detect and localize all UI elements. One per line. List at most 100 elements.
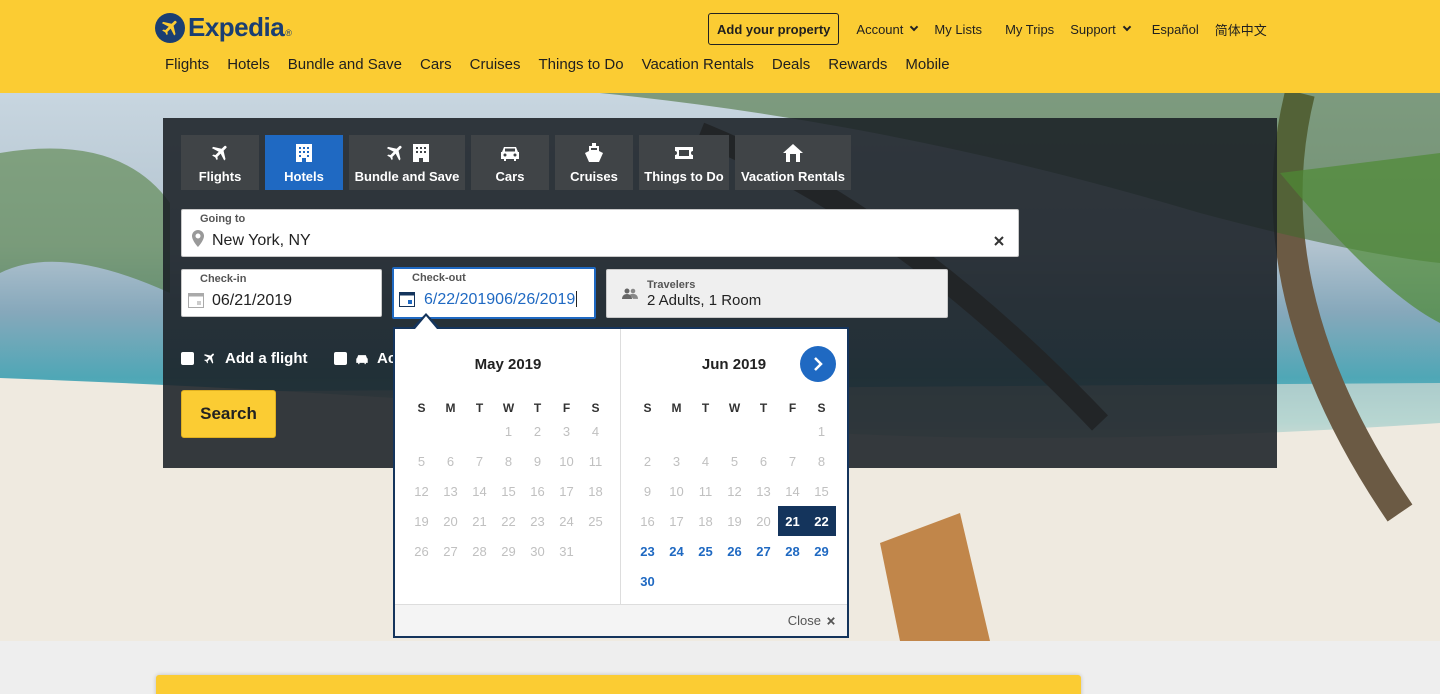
tab-cruises[interactable]: Cruises (555, 135, 633, 190)
add-flight-checkbox[interactable] (181, 352, 194, 365)
chevron-right-icon (814, 357, 823, 371)
check-out-field[interactable]: Check-out 6/22/201906/26/2019 (392, 267, 596, 319)
calendar-day[interactable]: 24 (662, 536, 691, 566)
house-icon (782, 142, 804, 164)
calendar-day[interactable]: 30 (633, 566, 662, 596)
calendar-day[interactable]: 22 (807, 506, 836, 536)
calendar-day: 21 (472, 513, 487, 529)
calendar-day: 11 (588, 453, 603, 469)
clear-icon[interactable] (994, 233, 1004, 251)
building-icon (295, 142, 313, 164)
travelers-label: Travelers (647, 279, 696, 291)
add-property-button[interactable]: Add your property (708, 13, 840, 45)
weekday-header: S M T W T F S (643, 401, 826, 415)
calendar-day: 19 (414, 513, 429, 529)
calendar-empty-cell (662, 416, 691, 446)
check-in-input[interactable]: 06/21/2019 (212, 292, 292, 310)
nav-bundle-and-save[interactable]: Bundle and Save (288, 56, 402, 73)
nav-flights[interactable]: Flights (165, 56, 209, 73)
calendar-empty-cell (633, 416, 662, 446)
calendar-day[interactable]: 29 (807, 536, 836, 566)
calendar-day: 12 (727, 483, 742, 499)
airplane-globe-icon (155, 12, 185, 43)
calendar-icon (399, 291, 415, 312)
calendar-day: 16 (530, 483, 545, 499)
nav-deals[interactable]: Deals (772, 56, 810, 73)
calendar-day[interactable]: 25 (691, 536, 720, 566)
calendar-day: 10 (669, 483, 684, 499)
day-grid: 1 2 3 4 5 6 7 8 9 10 11 12 13 14 15 16 17 18 19 20 21 22 23 24 2… (407, 416, 610, 566)
check-out-input[interactable]: 6/22/201906/26/2019 (424, 291, 575, 308)
nav-things-to-do[interactable]: Things to Do (539, 56, 624, 73)
nav-rewards[interactable]: Rewards (828, 56, 887, 73)
nav-hotels[interactable]: Hotels (227, 56, 270, 73)
promo-banner (156, 675, 1081, 694)
calendar-day: 15 (501, 483, 516, 499)
search-button[interactable]: Search (181, 390, 276, 438)
calendar-day: 3 (672, 453, 681, 469)
calendar-day: 1 (817, 423, 826, 439)
travelers-value: 2 Adults, 1 Room (647, 292, 762, 309)
calendar-day: 12 (414, 483, 429, 499)
calendar-empty-cell (691, 416, 720, 446)
chevron-down-icon (1122, 22, 1131, 32)
calendar-day: 5 (730, 453, 739, 469)
calendar-day: 26 (414, 543, 429, 559)
tab-flights[interactable]: Flights (181, 135, 259, 190)
calendar-day: 10 (559, 453, 574, 469)
calendar-day: 15 (814, 483, 829, 499)
calendar-day: 24 (559, 513, 574, 529)
ticket-icon (673, 142, 695, 164)
calendar-day: 17 (559, 483, 574, 499)
my-lists-link[interactable]: My Lists (934, 22, 982, 37)
calendar-empty-cell (436, 416, 465, 446)
calendar-day[interactable]: 21 (778, 506, 807, 536)
tab-vacation-rentals[interactable]: Vacation Rentals (735, 135, 851, 190)
calendar-day: 9 (643, 483, 652, 499)
calendar-day: 30 (530, 543, 545, 559)
ship-icon (584, 142, 604, 164)
going-to-input[interactable]: New York, NY (212, 232, 311, 250)
my-trips-link[interactable]: My Trips (1005, 22, 1054, 37)
tab-bundle-and-save[interactable]: Bundle and Save (349, 135, 465, 190)
calendar-day: 16 (640, 513, 655, 529)
calendar-day[interactable]: 27 (749, 536, 778, 566)
expedia-logo[interactable]: Expedia ® (155, 12, 292, 43)
close-calendar-button[interactable]: Close (788, 613, 835, 628)
add-car-option[interactable]: Ac (334, 350, 396, 367)
site-header: Expedia ® Add your property Account My L… (0, 0, 1440, 93)
calendar-day[interactable]: 26 (720, 536, 749, 566)
going-to-field[interactable]: Going to New York, NY (181, 209, 1019, 257)
check-in-field[interactable]: Check-in 06/21/2019 (181, 269, 382, 317)
calendar-day: 6 (446, 453, 455, 469)
language-spanish-link[interactable]: Español (1152, 22, 1199, 37)
calendar-day: 29 (501, 543, 516, 559)
calendar-day: 13 (756, 483, 771, 499)
calendar-empty-cell (407, 416, 436, 446)
calendar-day: 28 (472, 543, 487, 559)
next-month-button[interactable] (800, 346, 836, 382)
calendar-day[interactable]: 23 (633, 536, 662, 566)
account-menu[interactable]: Account (856, 22, 919, 37)
nav-cars[interactable]: Cars (420, 56, 452, 73)
travelers-field[interactable]: Travelers 2 Adults, 1 Room (606, 269, 948, 318)
nav-cruises[interactable]: Cruises (470, 56, 521, 73)
add-flight-option[interactable]: Add a flight (181, 350, 308, 367)
nav-mobile[interactable]: Mobile (905, 56, 949, 73)
add-car-checkbox[interactable] (334, 352, 347, 365)
main-nav: Flights Hotels Bundle and Save Cars Crui… (165, 56, 968, 73)
car-icon (355, 353, 369, 365)
calendar-day[interactable]: 28 (778, 536, 807, 566)
chevron-down-icon (910, 22, 919, 32)
language-chinese-link[interactable]: 简体中文 (1215, 20, 1267, 39)
tab-things-to-do[interactable]: Things to Do (639, 135, 729, 190)
calendar-day: 18 (698, 513, 713, 529)
tab-hotels[interactable]: Hotels (265, 135, 343, 190)
calendar-day: 4 (701, 453, 710, 469)
tab-cars[interactable]: Cars (471, 135, 549, 190)
calendar-day: 11 (698, 483, 713, 499)
nav-vacation-rentals[interactable]: Vacation Rentals (642, 56, 754, 73)
support-menu[interactable]: Support (1070, 22, 1131, 37)
calendar-day: 7 (788, 453, 797, 469)
month-title: May 2019 (474, 356, 542, 373)
